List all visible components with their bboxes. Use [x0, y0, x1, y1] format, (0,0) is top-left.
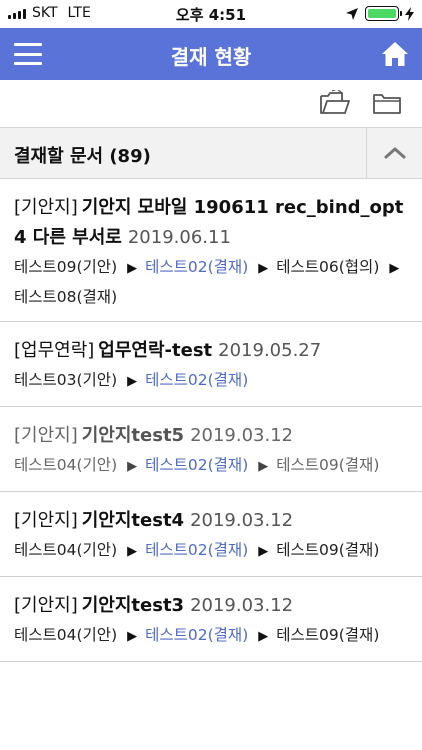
- route-arrow-icon: ▶: [258, 629, 269, 644]
- document-type: [기안지]: [14, 510, 78, 531]
- approval-route: 테스트04(기안) ▶ 테스트02(결재) ▶ 테스트09(결재): [14, 621, 412, 651]
- document-date: 2019.05.27: [218, 340, 322, 361]
- document-type: [기안지]: [14, 197, 78, 218]
- route-step: 테스트09(결재): [276, 456, 380, 474]
- document-title: 기안지test5: [81, 425, 185, 446]
- document-item[interactable]: [업무연락] 업무연락-test 2019.05.27 테스트03(기안) ▶ 테스트02…: [0, 322, 422, 407]
- chevron-up-icon: [384, 147, 405, 159]
- route-step-current: 테스트02(결재): [145, 371, 249, 389]
- route-step: 테스트04(기안): [14, 541, 118, 559]
- document-item[interactable]: [기안지] 기안지test4 2019.03.12 테스트04(기안) ▶ 테스트02(결…: [0, 492, 422, 577]
- route-arrow-icon: ▶: [389, 261, 400, 276]
- document-date: 2019.06.11: [127, 227, 231, 248]
- route-step: 테스트09(결재): [276, 626, 380, 644]
- status-bar: SKT LTE 오후 4:51: [0, 0, 422, 28]
- route-step-current: 테스트02(결재): [145, 541, 249, 559]
- status-right: [345, 6, 414, 21]
- document-header: [기안지] 기안지test4 2019.03.12: [14, 506, 412, 536]
- document-date: 2019.03.12: [190, 595, 294, 616]
- route-arrow-icon: ▶: [258, 261, 269, 276]
- route-step-current: 테스트02(결재): [145, 626, 249, 644]
- section-title: 결재할 문서 (89): [14, 146, 151, 167]
- location-icon: [346, 7, 358, 20]
- route-step-current: 테스트02(결재): [145, 456, 249, 474]
- route-arrow-icon: ▶: [127, 459, 138, 474]
- route-step: 테스트08(결재): [14, 288, 118, 306]
- route-arrow-icon: ▶: [127, 629, 138, 644]
- page-title: 결재 현황: [170, 45, 252, 69]
- document-title: 기안지test4: [81, 510, 185, 531]
- section-header[interactable]: 결재할 문서 (89): [0, 127, 422, 179]
- document-type: [기안지]: [14, 595, 78, 616]
- document-item[interactable]: [기안지] 기안지test5 2019.03.12 테스트04(기안) ▶ 테스트02(결…: [0, 407, 422, 492]
- route-arrow-icon: ▶: [258, 459, 269, 474]
- toolbar: [0, 80, 422, 126]
- approval-route: 테스트09(기안) ▶ 테스트02(결재) ▶ 테스트06(협의) ▶ 테스트08(결재): [14, 253, 412, 311]
- document-header: [기안지] 기안지test3 2019.03.12: [14, 591, 412, 621]
- app-header: 결재 현황: [0, 28, 422, 80]
- document-title: 기안지test3: [81, 595, 185, 616]
- battery-icon: [365, 6, 402, 21]
- route-step: 테스트09(결재): [276, 541, 380, 559]
- route-step-current: 테스트02(결재): [145, 258, 249, 276]
- route-arrow-icon: ▶: [127, 261, 138, 276]
- document-type: [업무연락]: [14, 340, 95, 361]
- document-header: [기안지] 기안지test5 2019.03.12: [14, 421, 412, 451]
- approval-route: 테스트04(기안) ▶ 테스트02(결재) ▶ 테스트09(결재): [14, 536, 412, 566]
- document-type: [기안지]: [14, 425, 78, 446]
- document-header: [기안지] 기안지 모바일 190611 rec_bind_opt 4 다른 부서…: [14, 193, 412, 253]
- route-arrow-icon: ▶: [258, 544, 269, 559]
- route-step: 테스트06(협의): [276, 258, 380, 276]
- document-title: 업무연락-test: [98, 340, 213, 361]
- route-step: 테스트04(기안): [14, 626, 118, 644]
- route-arrow-icon: ▶: [127, 544, 138, 559]
- route-step: 테스트03(기안): [14, 371, 118, 389]
- document-date: 2019.03.12: [190, 425, 294, 446]
- document-date: 2019.03.12: [190, 510, 294, 531]
- open-folder-icon[interactable]: [318, 90, 352, 116]
- collapse-button[interactable]: [366, 128, 422, 178]
- document-item[interactable]: [기안지] 기안지test3 2019.03.12 테스트04(기안) ▶ 테스트02(결…: [0, 577, 422, 662]
- approval-route: 테스트03(기안) ▶ 테스트02(결재): [14, 366, 412, 396]
- document-header: [업무연락] 업무연락-test 2019.05.27: [14, 336, 412, 366]
- route-step: 테스트04(기안): [14, 456, 118, 474]
- route-step: 테스트09(기안): [14, 258, 118, 276]
- approval-route: 테스트04(기안) ▶ 테스트02(결재) ▶ 테스트09(결재): [14, 451, 412, 481]
- document-item[interactable]: [기안지] 기안지 모바일 190611 rec_bind_opt 4 다른 부서…: [0, 179, 422, 322]
- folder-icon[interactable]: [370, 90, 404, 116]
- document-list: [기안지] 기안지 모바일 190611 rec_bind_opt 4 다른 부서…: [0, 179, 422, 662]
- home-icon[interactable]: [380, 39, 410, 69]
- route-arrow-icon: ▶: [127, 374, 138, 389]
- charging-icon: [405, 6, 414, 21]
